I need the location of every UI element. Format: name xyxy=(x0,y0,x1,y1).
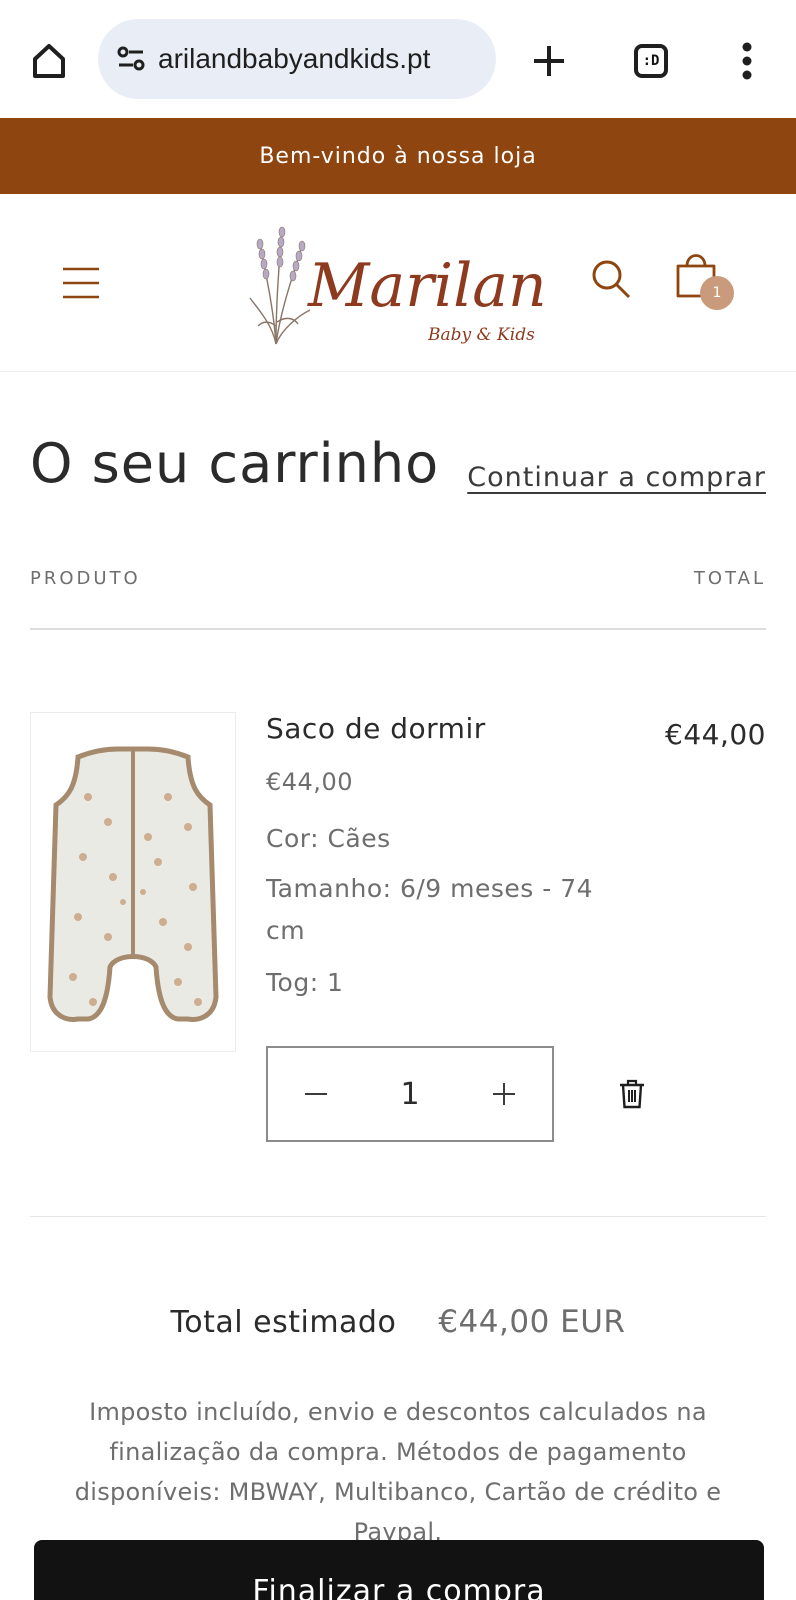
cart-count-badge: 1 xyxy=(700,276,734,310)
tabs-badge: :D xyxy=(642,53,660,69)
browser-menu-button[interactable] xyxy=(722,36,772,86)
sleeping-bag-image xyxy=(47,746,219,1022)
cart-button[interactable]: 1 xyxy=(674,248,734,312)
estimated-total-value: €44,00 EUR xyxy=(438,1304,626,1340)
hamburger-icon xyxy=(63,267,99,299)
logo-image: Mariland Baby & Kids xyxy=(249,226,585,345)
search-button[interactable] xyxy=(586,254,636,304)
page-title: O seu carrinho xyxy=(30,432,440,495)
product-name-link[interactable]: Saco de dormir xyxy=(266,712,486,745)
checkout-button-label: Finalizar a compra xyxy=(252,1574,546,1600)
column-header-total: TOTAL xyxy=(693,568,766,589)
quantity-input[interactable]: 1 xyxy=(364,1077,456,1112)
product-unit-price: €44,00 xyxy=(266,768,353,796)
option-color: Cor: Cães xyxy=(266,824,391,853)
minus-icon xyxy=(305,1093,327,1095)
browser-toolbar: arilandbabyandkids.pt :D xyxy=(0,0,796,118)
option-tog: Tog: 1 xyxy=(266,968,344,997)
menu-drawer-button[interactable] xyxy=(56,258,106,308)
tab-switcher-button[interactable]: :D xyxy=(626,36,676,86)
estimated-total: Total estimado €44,00 EUR xyxy=(0,1304,796,1340)
option-size: Tamanho: 6/9 meses - 74 cm xyxy=(266,874,594,945)
column-header-product: PRODUTO xyxy=(30,568,141,589)
trash-icon xyxy=(620,1079,644,1109)
checkout-button[interactable]: Finalizar a compra xyxy=(34,1540,764,1600)
quantity-stepper: 1 xyxy=(266,1046,554,1142)
remove-item-button[interactable] xyxy=(612,1072,652,1116)
logo-wordmark: Mariland xyxy=(307,251,546,321)
site-settings-icon[interactable] xyxy=(114,42,148,76)
estimated-total-label: Total estimado xyxy=(170,1305,397,1340)
product-image[interactable] xyxy=(30,712,236,1052)
url-text: arilandbabyandkids.pt xyxy=(158,43,431,74)
search-icon xyxy=(592,260,631,299)
site-header: Mariland Baby & Kids 1 xyxy=(0,194,796,372)
announcement-bar: Bem-vindo à nossa loja xyxy=(0,118,796,194)
new-tab-button[interactable] xyxy=(524,36,574,86)
increase-quantity-button[interactable] xyxy=(456,1048,552,1140)
tax-shipping-note: Imposto incluído, envio e descontos calc… xyxy=(74,1398,722,1546)
store-logo[interactable]: Mariland Baby & Kids xyxy=(246,214,585,354)
home-button[interactable] xyxy=(24,36,74,86)
decrease-quantity-button[interactable] xyxy=(268,1048,364,1140)
logo-tagline: Baby & Kids xyxy=(427,325,535,345)
divider xyxy=(30,1216,766,1217)
address-bar[interactable]: arilandbabyandkids.pt xyxy=(98,19,496,99)
tabs-icon: :D xyxy=(634,44,668,78)
continue-shopping-link[interactable]: Continuar a comprar xyxy=(467,462,766,493)
product-line-total: €44,00 xyxy=(665,718,766,751)
plus-icon xyxy=(534,46,564,76)
more-vert-icon xyxy=(742,42,752,80)
divider xyxy=(30,628,766,630)
plus-icon xyxy=(493,1083,515,1105)
announcement-text: Bem-vindo à nossa loja xyxy=(259,143,537,169)
home-icon xyxy=(33,44,65,78)
